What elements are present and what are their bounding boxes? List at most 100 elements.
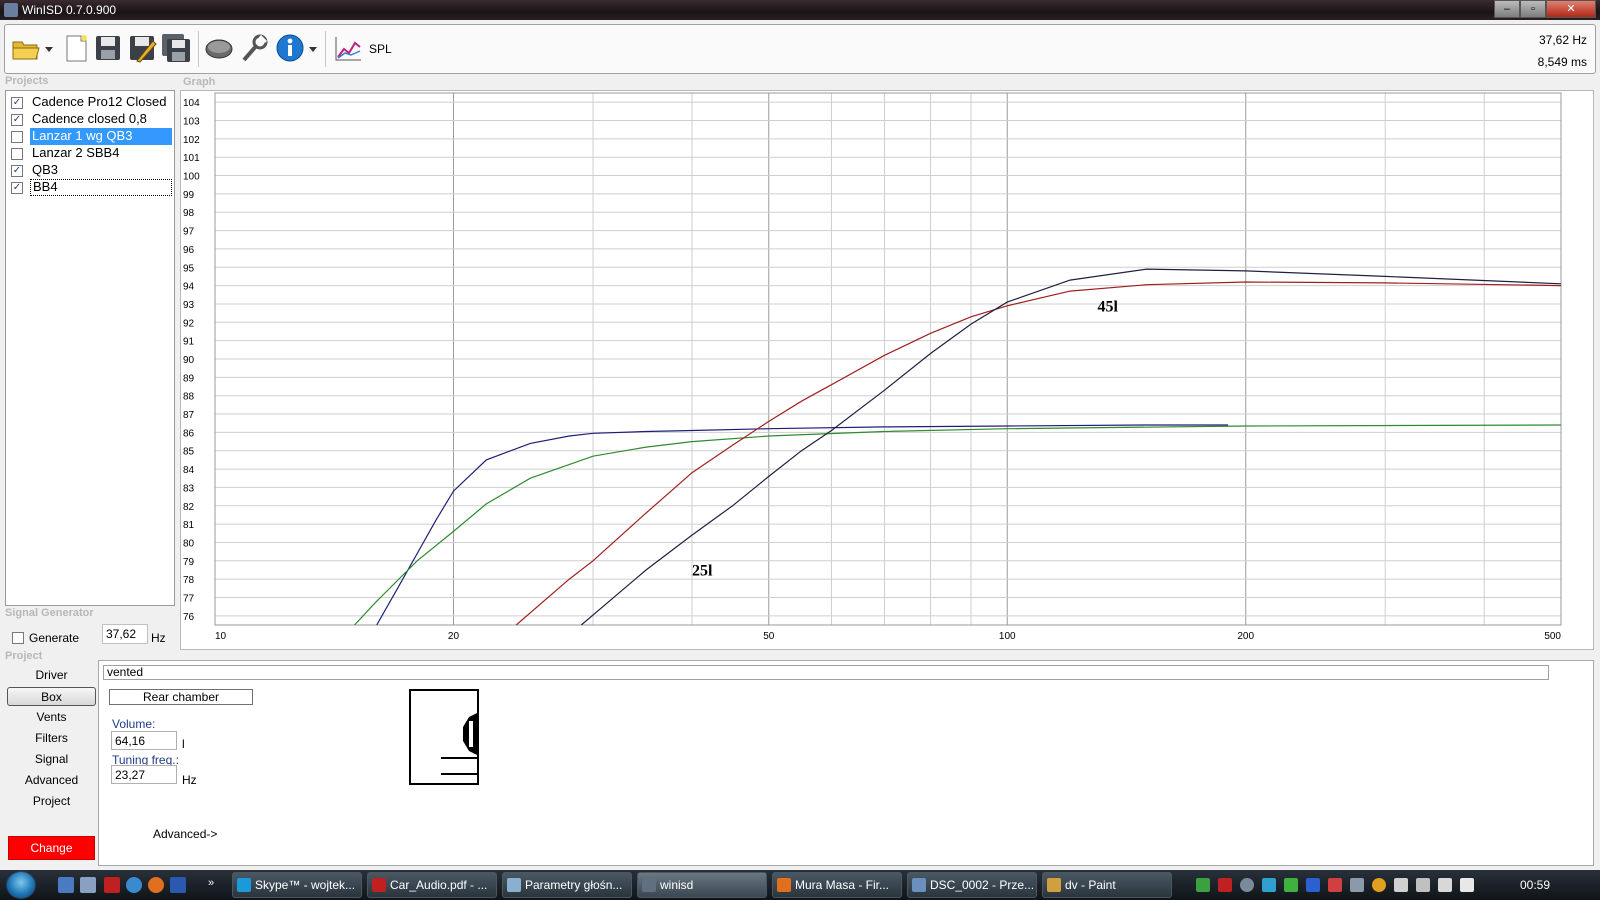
volume-unit: l	[182, 737, 185, 751]
driver-speaker-icon[interactable]	[204, 33, 234, 63]
x-tick-label: 500	[1544, 631, 1561, 642]
info-dropdown-icon[interactable]	[307, 33, 319, 63]
taskbar-task[interactable]: Skype™ - wojtek...	[232, 872, 362, 898]
signal-generator-section-label: Signal Generator	[5, 607, 94, 619]
tray-app-icon[interactable]	[1262, 878, 1276, 892]
tray-acrobat-icon[interactable]	[1218, 878, 1232, 892]
more-quicklaunch-icon[interactable]: »	[208, 877, 224, 893]
tray-flag-icon[interactable]	[1394, 878, 1408, 892]
maximize-button[interactable]: ▫	[1520, 0, 1546, 18]
close-button[interactable]: ✕	[1546, 0, 1596, 18]
spl-graph-icon[interactable]	[333, 33, 363, 63]
task-app-icon	[507, 878, 521, 892]
rear-chamber-button[interactable]: Rear chamber	[109, 689, 253, 705]
nav-driver[interactable]: Driver	[7, 666, 96, 685]
spl-graph[interactable]: 76 77 78 79 80 81 82 83 84 85 86 87 88 89 90 91 92 93 94 95…	[180, 90, 1594, 650]
toolbar: SPL 37,62 Hz 8,549 ms	[4, 24, 1596, 74]
nav-vents[interactable]: Vents	[7, 708, 96, 727]
y-tick-label: 76	[183, 612, 195, 623]
tools-wrench-icon[interactable]	[239, 33, 269, 63]
box-type-select[interactable]: vented	[103, 665, 1549, 680]
tray-network-icon[interactable]	[1240, 878, 1254, 892]
word-icon[interactable]	[170, 877, 186, 893]
save-as-icon[interactable]	[127, 33, 157, 63]
change-button[interactable]: Change	[8, 836, 95, 860]
advanced-link[interactable]: Advanced->	[153, 827, 217, 841]
spl-series-line	[515, 281, 1561, 625]
project-label: QB3	[32, 162, 59, 177]
open-folder-icon[interactable]	[11, 33, 41, 63]
generate-checkbox[interactable]	[12, 632, 24, 644]
nav-signal[interactable]: Signal	[7, 750, 96, 769]
save-icon[interactable]	[93, 33, 123, 63]
y-tick-label: 79	[183, 557, 195, 568]
clock[interactable]: 00:59	[1520, 870, 1550, 900]
tuning-frequency-input[interactable]: 23,27	[111, 765, 177, 784]
skype-quicklaunch-icon[interactable]	[126, 877, 142, 893]
project-item[interactable]: ✓ BB4	[8, 179, 172, 196]
y-tick-label: 101	[183, 153, 200, 164]
signal-frequency-input[interactable]: 37,62	[102, 624, 148, 644]
show-desktop-icon[interactable]	[58, 877, 74, 893]
y-tick-label: 102	[183, 135, 200, 146]
project-checkbox[interactable]: ✓	[11, 165, 23, 177]
taskbar-task[interactable]: Car_Audio.pdf - ...	[367, 872, 497, 898]
nav-project[interactable]: Project	[7, 792, 96, 811]
projects-list[interactable]: ✓ Cadence Pro12 Closed ✓ Cadence closed 0,8…	[5, 90, 175, 606]
new-document-icon[interactable]	[61, 33, 91, 63]
y-tick-label: 92	[183, 318, 195, 329]
project-checkbox[interactable]: ✓	[11, 97, 23, 109]
task-app-icon	[237, 878, 251, 892]
project-checkbox[interactable]	[11, 131, 23, 143]
y-tick-label: 89	[183, 373, 195, 384]
project-item[interactable]: ✓ QB3	[8, 162, 172, 179]
start-button[interactable]	[6, 871, 36, 899]
info-icon[interactable]	[275, 33, 305, 63]
taskbar-task[interactable]: Parametry głośn...	[502, 872, 632, 898]
tuning-frequency-unit: Hz	[182, 773, 197, 787]
project-checkbox[interactable]	[11, 148, 23, 160]
taskbar-task[interactable]: winisd	[637, 872, 767, 898]
y-tick-label: 99	[183, 190, 195, 201]
tray-volume-alert-icon[interactable]	[1328, 878, 1342, 892]
tray-monitor-icon[interactable]	[1350, 878, 1364, 892]
taskbar-task[interactable]: dv - Paint	[1042, 872, 1172, 898]
project-checkbox[interactable]: ✓	[11, 114, 23, 126]
x-tick-label: 10	[215, 631, 227, 642]
tray-screen-icon[interactable]	[1438, 878, 1452, 892]
spl-label[interactable]: SPL	[369, 42, 392, 56]
firefox-quicklaunch-icon[interactable]	[148, 877, 164, 893]
minimize-button[interactable]: –	[1494, 0, 1520, 18]
task-label: Skype™ - wojtek...	[255, 878, 356, 892]
y-tick-label: 82	[183, 502, 195, 513]
open-dropdown-icon[interactable]	[43, 33, 55, 63]
acrobat-icon[interactable]	[104, 877, 120, 893]
tray-drive-icon[interactable]	[1196, 878, 1210, 892]
tray-shield-icon[interactable]	[1284, 878, 1298, 892]
speaker-volume-icon[interactable]	[1460, 878, 1474, 892]
y-tick-label: 93	[183, 300, 195, 311]
taskbar-task[interactable]: Mura Masa - Fir...	[772, 872, 902, 898]
project-checkbox[interactable]: ✓	[11, 182, 23, 194]
y-tick-label: 83	[183, 483, 195, 494]
volume-input[interactable]: 64,16	[111, 731, 177, 750]
nav-filters[interactable]: Filters	[7, 729, 96, 748]
nav-box[interactable]: Box	[7, 687, 96, 706]
tray-power-icon[interactable]	[1416, 878, 1430, 892]
bluetooth-icon[interactable]	[1306, 878, 1320, 892]
explorer-icon[interactable]	[80, 877, 96, 893]
project-item[interactable]: Lanzar 2 SBB4	[8, 145, 172, 162]
toolbar-separator	[198, 31, 199, 67]
project-item[interactable]: ✓ Cadence Pro12 Closed	[8, 94, 172, 111]
task-app-icon	[777, 878, 791, 892]
tray-update-icon[interactable]	[1372, 878, 1386, 892]
taskbar-task[interactable]: DSC_0002 - Prze...	[907, 872, 1037, 898]
nav-advanced[interactable]: Advanced	[7, 771, 96, 790]
generate-label: Generate	[29, 631, 80, 645]
y-tick-label: 103	[183, 117, 200, 128]
project-item[interactable]: Lanzar 1 wg QB3	[8, 128, 172, 145]
save-all-icon[interactable]	[161, 33, 191, 63]
project-item[interactable]: ✓ Cadence closed 0,8	[8, 111, 172, 128]
task-app-icon	[642, 878, 656, 892]
graph-section-label: Graph	[183, 76, 216, 88]
